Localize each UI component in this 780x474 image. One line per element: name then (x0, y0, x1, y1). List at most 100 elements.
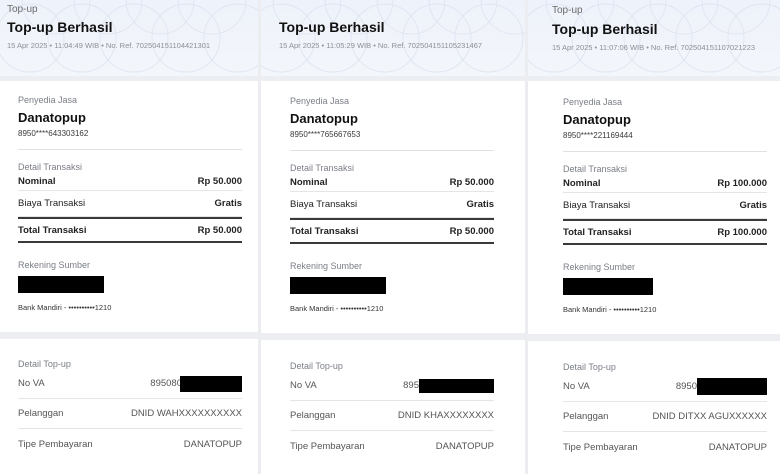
topup-label: Detail Top-up (290, 361, 343, 371)
va-value: 8950 (676, 378, 767, 395)
topup-label: Detail Top-up (18, 359, 71, 369)
receipt-body: Penyedia Jasa Danatopup 8950****76566765… (261, 81, 525, 313)
total-value: Rp 50.000 (197, 224, 242, 236)
header-kicker: Top-up (7, 4, 38, 15)
va-row: No VA 8950 (563, 372, 767, 402)
customer-value: DNID DITXX AGUXXXXXX (652, 411, 767, 422)
receipt-body: Penyedia Jasa Danatopup 8950****64330316… (0, 81, 258, 312)
divider (18, 149, 242, 150)
topup-label: Detail Top-up (563, 362, 616, 372)
total-label: Total Transaksi (18, 224, 87, 236)
header-pattern-icon (0, 0, 258, 73)
receipt-1: Top-up Top-up Berhasil 15 Apr 2025 • 11:… (0, 0, 258, 474)
total-row: Total Transaksi Rp 50.000 (18, 217, 242, 243)
provider-number: 8950****765667653 (290, 130, 361, 139)
paytype-row: Tipe Pembayaran DANATOPUP (18, 429, 242, 459)
va-visible: 8950 (675, 381, 697, 392)
redacted-account-name (290, 277, 386, 294)
total-row: Total Transaksi Rp 100.000 (563, 219, 767, 245)
provider-name: Danatopup (18, 110, 86, 125)
provider-name: Danatopup (563, 112, 631, 127)
nominal-label: Nominal (563, 177, 601, 189)
fee-label: Biaya Transaksi (18, 198, 86, 209)
fee-label: Biaya Transaksi (290, 199, 358, 210)
transaction-meta: 15 Apr 2025 • 11:05:29 WIB • No. Ref. 70… (279, 41, 483, 50)
section-separator (528, 334, 780, 341)
total-label: Total Transaksi (290, 225, 359, 237)
receipt-body: Penyedia Jasa Danatopup 8950****22116944… (528, 81, 780, 314)
detail-label: Detail Transaksi (18, 162, 83, 172)
total-value: Rp 50.000 (449, 225, 494, 237)
divider (563, 151, 767, 152)
nominal-value: Rp 50.000 (197, 175, 242, 187)
section-separator (0, 332, 258, 339)
paytype-value: DANATOPUP (708, 441, 767, 453)
total-value: Rp 100.000 (717, 226, 767, 238)
topup-body: Detail Top-up No VA 895 Pelanggan DNID K… (261, 361, 525, 461)
divider (290, 150, 494, 151)
page-title: Top-up Berhasil (279, 19, 385, 35)
nominal-row: Nominal Rp 100.000 (563, 174, 767, 193)
paytype-label: Tipe Pembayaran (563, 441, 638, 453)
nominal-row: Nominal Rp 50.000 (18, 172, 242, 191)
redacted-account-name (563, 278, 653, 295)
source-label: Rekening Sumber (18, 260, 91, 270)
fee-row: Biaya Transaksi Gratis (563, 193, 767, 219)
fee-value: Gratis (739, 200, 767, 211)
va-row: No VA 895 (290, 371, 494, 401)
customer-row: Pelanggan DNID KHAXXXXXXXX (290, 401, 494, 431)
receipt-header: Top-up Berhasil 15 Apr 2025 • 11:05:29 W… (261, 0, 525, 76)
fee-row: Biaya Transaksi Gratis (18, 191, 242, 217)
nominal-label: Nominal (18, 175, 56, 187)
transaction-meta: 15 Apr 2025 • 11:07:06 WIB • No. Ref. 70… (552, 43, 756, 52)
fee-row: Biaya Transaksi Gratis (290, 192, 494, 218)
transaction-meta: 15 Apr 2025 • 11:04:49 WIB • No. Ref. 70… (7, 41, 211, 50)
receipt-3: Top-up Top-up Berhasil 15 Apr 2025 • 11:… (528, 0, 780, 474)
provider-label: Penyedia Jasa (18, 95, 78, 105)
header-pattern-icon (261, 0, 525, 73)
customer-value: DNID KHAXXXXXXXX (397, 410, 494, 421)
fee-label: Biaya Transaksi (563, 200, 631, 211)
provider-label: Penyedia Jasa (563, 97, 623, 107)
detail-label: Detail Transaksi (290, 163, 355, 173)
nominal-value: Rp 50.000 (449, 176, 494, 188)
redacted-va (180, 375, 242, 392)
va-label: No VA (563, 381, 590, 392)
detail-label: Detail Transaksi (563, 164, 628, 174)
va-value: 895080 (150, 375, 242, 392)
customer-label: Pelanggan (290, 410, 336, 421)
customer-label: Pelanggan (18, 408, 64, 419)
paytype-row: Tipe Pembayaran DANATOPUP (563, 432, 767, 462)
receipt-2: Top-up Berhasil 15 Apr 2025 • 11:05:29 W… (261, 0, 525, 474)
va-label: No VA (18, 378, 45, 389)
customer-value: DNID WAHXXXXXXXXXX (130, 408, 242, 419)
page-title: Top-up Berhasil (7, 19, 113, 35)
va-value: 895 (403, 378, 494, 393)
paytype-label: Tipe Pembayaran (290, 440, 365, 452)
bank-account: Bank Mandiri - ••••••••••1210 (563, 305, 657, 314)
bank-account: Bank Mandiri - ••••••••••1210 (18, 303, 112, 312)
provider-name: Danatopup (290, 111, 358, 126)
paytype-row: Tipe Pembayaran DANATOPUP (290, 431, 494, 461)
total-row: Total Transaksi Rp 50.000 (290, 218, 494, 244)
topup-body: Detail Top-up No VA 895080 Pelanggan DNI… (0, 359, 258, 459)
topup-body: Detail Top-up No VA 8950 Pelanggan DNID … (528, 362, 780, 462)
total-label: Total Transaksi (563, 226, 632, 238)
va-visible: 895080 (150, 378, 182, 389)
paytype-value: DANATOPUP (183, 438, 242, 450)
receipt-header: Top-up Top-up Berhasil 15 Apr 2025 • 11:… (528, 0, 780, 76)
nominal-value: Rp 100.000 (717, 177, 767, 189)
bank-account: Bank Mandiri - ••••••••••1210 (290, 304, 384, 313)
paytype-label: Tipe Pembayaran (18, 438, 93, 450)
provider-label: Penyedia Jasa (290, 96, 350, 106)
redacted-va (697, 378, 767, 395)
header-kicker: Top-up (552, 5, 583, 16)
provider-number: 8950****221169444 (563, 131, 633, 140)
receipt-header: Top-up Top-up Berhasil 15 Apr 2025 • 11:… (0, 0, 258, 76)
va-visible: 895 (403, 380, 419, 391)
paytype-value: DANATOPUP (435, 440, 494, 452)
nominal-label: Nominal (290, 176, 328, 188)
customer-label: Pelanggan (563, 411, 609, 422)
provider-number: 8950****643303162 (18, 129, 89, 138)
customer-row: Pelanggan DNID WAHXXXXXXXXXX (18, 399, 242, 429)
